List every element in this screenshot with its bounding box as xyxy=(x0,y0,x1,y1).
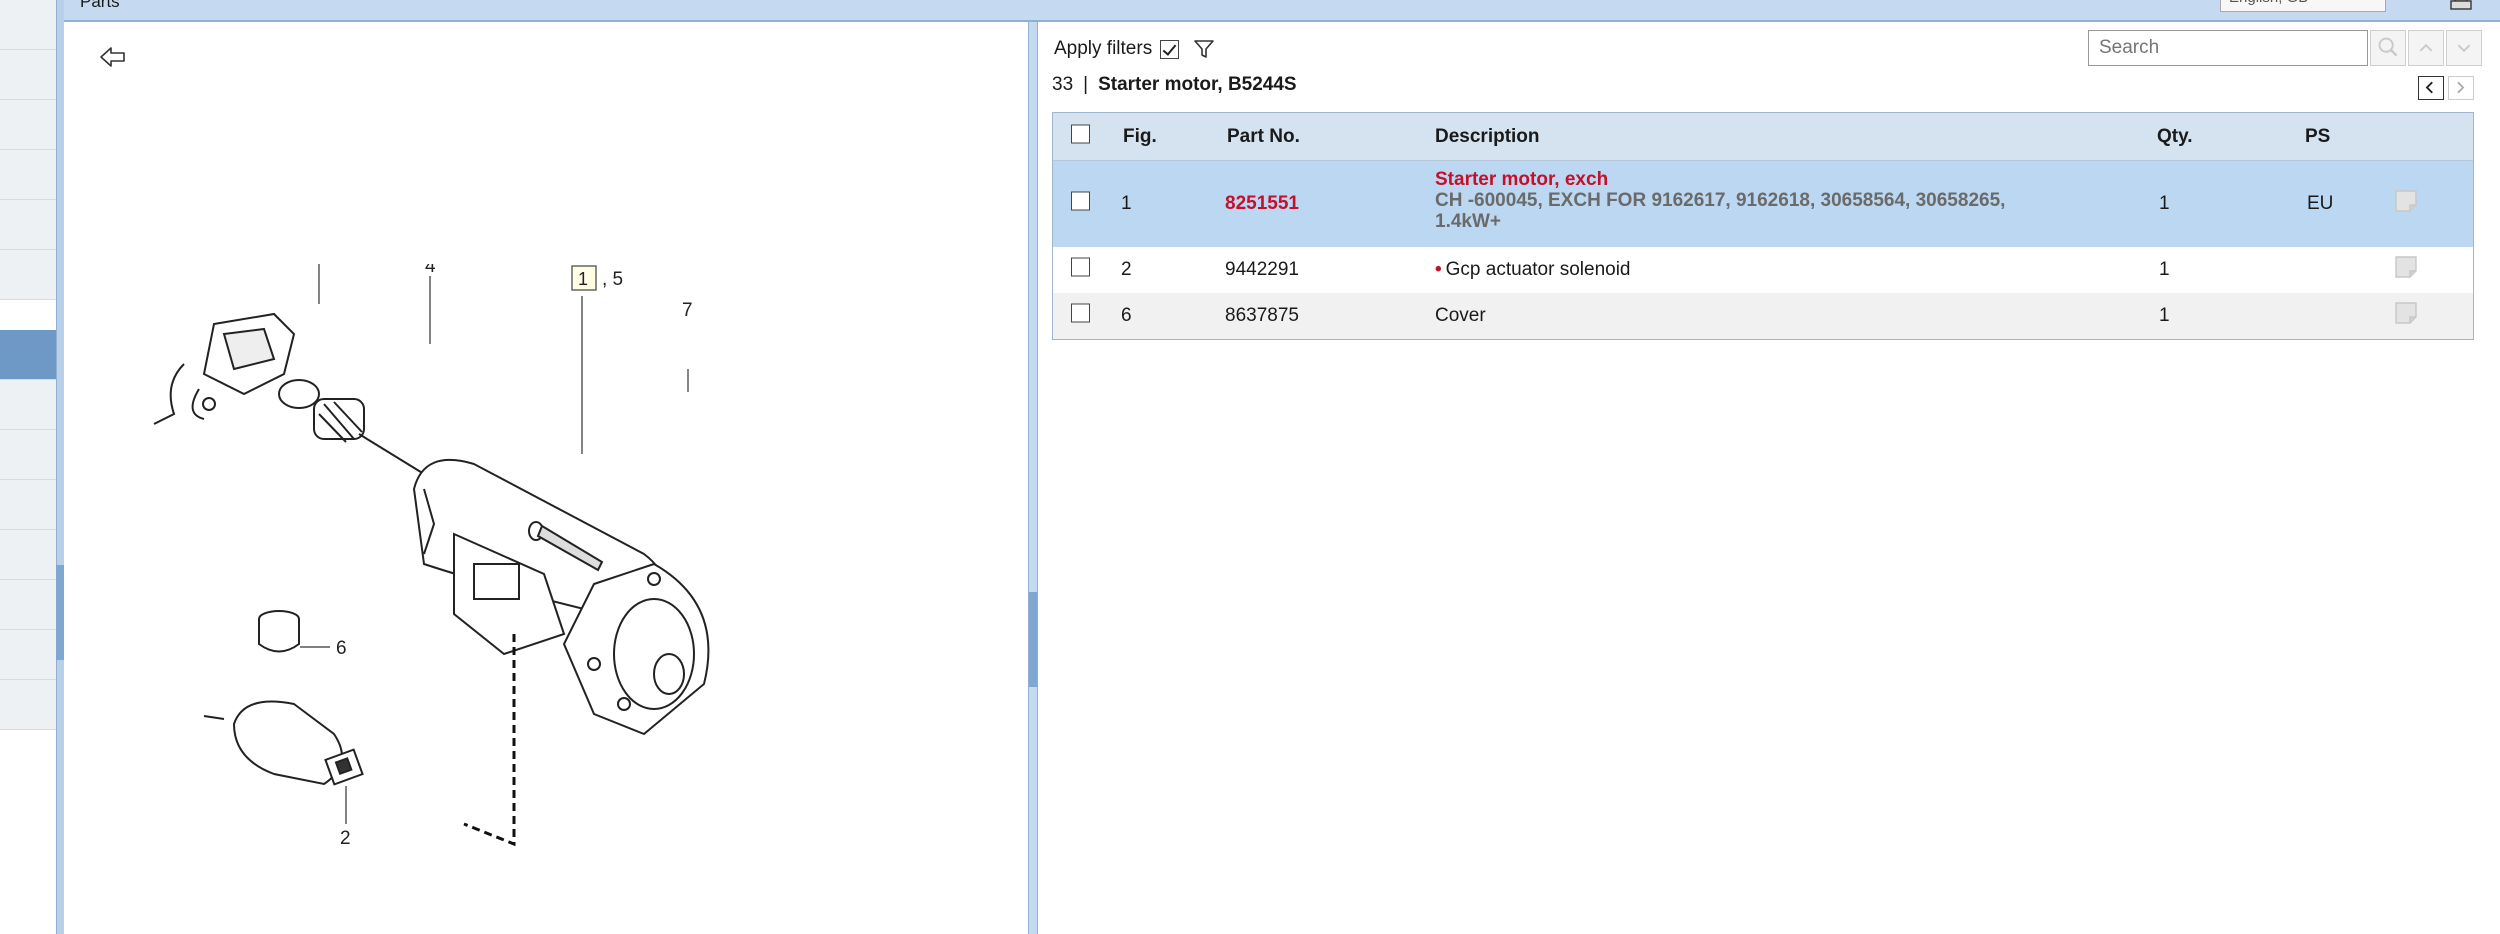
column-description[interactable]: Description xyxy=(1435,126,1540,148)
apply-filters-label: Apply filters xyxy=(1054,38,1153,59)
row-description: Cover xyxy=(1435,305,1486,326)
sidebar-item[interactable] xyxy=(0,250,56,300)
group-title: Starter motor, B5244S xyxy=(1098,74,1297,95)
sidebar-item[interactable] xyxy=(0,50,56,100)
row-description: Starter motor, exch CH -600045, EXCH FOR… xyxy=(1435,169,2075,232)
row-checkbox[interactable] xyxy=(1071,191,1090,211)
row-part-no[interactable]: 8251551 xyxy=(1225,193,1299,215)
column-qty[interactable]: Qty. xyxy=(2157,126,2193,148)
group-number: 33 xyxy=(1052,74,1074,95)
row-checkbox-wrap xyxy=(1071,303,1090,329)
row-description-detail: CH -600045, EXCH FOR 9162617, 9162618, 3… xyxy=(1435,190,2006,232)
row-bullet: • xyxy=(1435,259,1442,280)
row-fig: 1 xyxy=(1121,193,1132,214)
sidebar-item[interactable] xyxy=(0,380,56,430)
sidebar-item[interactable] xyxy=(0,530,56,580)
app-sidebar xyxy=(0,0,56,934)
table-row[interactable]: 2 9442291 • Gcp actuator solenoid 1 xyxy=(1053,247,2473,293)
search-input[interactable] xyxy=(2088,30,2368,66)
sidebar-item[interactable] xyxy=(0,480,56,530)
row-note[interactable] xyxy=(2393,300,2419,332)
chevron-up-icon xyxy=(2419,43,2433,52)
callout-1[interactable]: 1 xyxy=(578,269,588,289)
pane-splitter[interactable] xyxy=(1028,22,1038,934)
row-checkbox[interactable] xyxy=(1071,303,1090,323)
sidebar-item[interactable] xyxy=(0,150,56,200)
row-qty: 1 xyxy=(2159,305,2170,326)
sidebar-item[interactable] xyxy=(0,0,56,50)
next-match-button[interactable] xyxy=(2446,30,2482,66)
callout-6[interactable]: 6 xyxy=(336,638,347,659)
row-qty: 1 xyxy=(2159,259,2170,280)
panel-header: Parts English, GB xyxy=(64,0,2500,22)
row-description-title: Gcp actuator solenoid xyxy=(1445,259,1631,280)
callout-4[interactable]: 4 xyxy=(425,264,436,277)
illustration-pane: 3 4 1 , 5 7 6 2 xyxy=(64,24,1028,934)
cover-drawing xyxy=(258,610,300,653)
sidebar-item-active[interactable] xyxy=(0,330,56,380)
search-icon xyxy=(2378,37,2398,57)
row-ps: EU xyxy=(2307,193,2334,214)
note-icon xyxy=(2395,302,2417,324)
table-row[interactable]: 1 8251551 Starter motor, exch CH -600045… xyxy=(1053,161,2473,247)
parts-list-pane: Apply filters 33 | Starter motor, B5244S xyxy=(1038,24,2500,934)
sidebar-item[interactable] xyxy=(0,430,56,480)
apply-filters-checkbox[interactable] xyxy=(1160,39,1180,59)
drive-gear-drawing xyxy=(278,379,425,475)
search-button[interactable] xyxy=(2370,30,2406,66)
callout-7[interactable]: 7 xyxy=(682,300,693,321)
previous-group-button[interactable] xyxy=(2418,76,2444,100)
row-checkbox[interactable] xyxy=(1071,257,1090,277)
table-row[interactable]: 6 8637875 Cover 1 xyxy=(1053,293,2473,339)
row-note[interactable] xyxy=(2393,188,2419,220)
select-all-checkbox-wrap xyxy=(1071,124,1090,149)
row-checkbox-wrap xyxy=(1071,191,1090,217)
chevron-down-icon xyxy=(2457,44,2471,53)
chevron-left-icon xyxy=(2425,81,2433,94)
column-fig[interactable]: Fig. xyxy=(1123,126,1157,148)
table-header: Fig. Part No. Description Qty. PS xyxy=(1053,113,2473,161)
row-description: • Gcp actuator solenoid xyxy=(1435,259,1631,281)
note-icon xyxy=(2395,190,2417,212)
panel-title: Parts xyxy=(80,0,120,11)
group-separator: | xyxy=(1083,74,1089,95)
chevron-right-icon xyxy=(2457,81,2465,94)
starter-motor-drawing xyxy=(412,458,710,736)
sidebar-item[interactable] xyxy=(0,630,56,680)
column-ps[interactable]: PS xyxy=(2305,126,2330,148)
sidebar-collapse-handle[interactable] xyxy=(56,565,64,660)
solenoid-drawing xyxy=(203,700,364,786)
splitter-collapse-handle[interactable] xyxy=(1029,592,1037,687)
parts-table: Fig. Part No. Description Qty. PS 1 8251… xyxy=(1052,112,2474,340)
select-all-checkbox[interactable] xyxy=(1071,124,1090,143)
apply-filters: Apply filters xyxy=(1054,38,1215,60)
print-icon[interactable] xyxy=(2450,0,2472,12)
sidebar-item[interactable] xyxy=(0,580,56,630)
row-checkbox-wrap xyxy=(1071,257,1090,283)
row-description-title: Starter motor, exch xyxy=(1435,169,1609,190)
row-fig: 2 xyxy=(1121,259,1132,280)
row-part-no[interactable]: 9442291 xyxy=(1225,259,1299,281)
callout-2[interactable]: 2 xyxy=(340,828,351,849)
parts-exploded-diagram: 3 4 1 , 5 7 6 2 xyxy=(153,264,710,849)
row-qty: 1 xyxy=(2159,193,2170,214)
funnel-icon[interactable] xyxy=(1193,38,1215,60)
back-arrow-icon[interactable] xyxy=(98,44,128,70)
sidebar-item[interactable] xyxy=(0,680,56,730)
callout-5[interactable]: , 5 xyxy=(602,269,623,290)
sidebar-divider xyxy=(56,0,64,934)
group-heading: 33 | Starter motor, B5244S xyxy=(1052,74,1297,96)
brush-holder-drawing xyxy=(153,312,296,425)
language-select[interactable]: English, GB xyxy=(2220,0,2386,12)
column-part-no[interactable]: Part No. xyxy=(1227,126,1300,148)
row-fig: 6 xyxy=(1121,305,1132,326)
sidebar-empty-area xyxy=(0,742,56,934)
next-group-button[interactable] xyxy=(2448,76,2474,100)
sidebar-item[interactable] xyxy=(0,100,56,150)
sidebar-item[interactable] xyxy=(0,200,56,250)
row-note[interactable] xyxy=(2393,254,2419,286)
previous-match-button[interactable] xyxy=(2408,30,2444,66)
row-part-no[interactable]: 8637875 xyxy=(1225,305,1299,327)
note-icon xyxy=(2395,256,2417,278)
